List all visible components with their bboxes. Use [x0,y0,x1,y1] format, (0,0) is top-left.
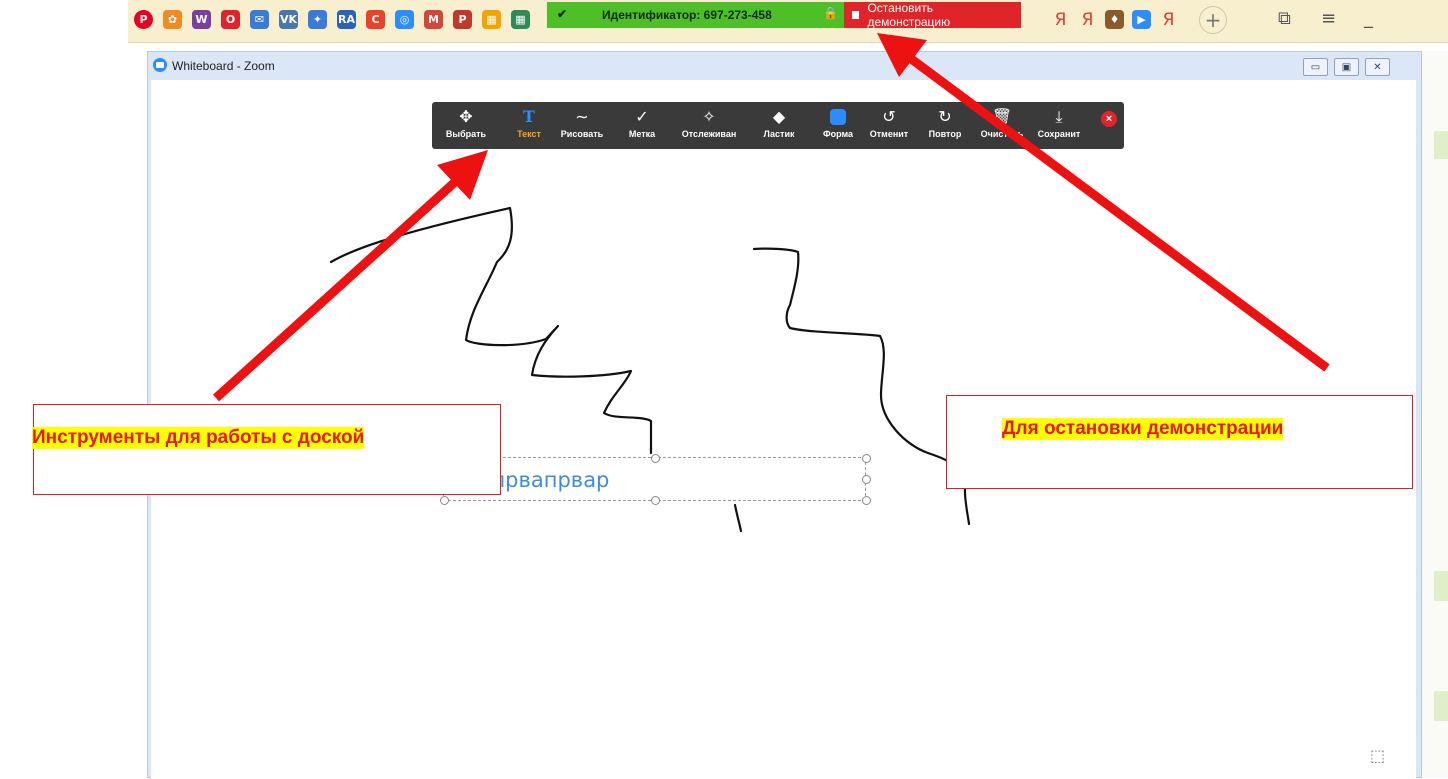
new-whiteboard-icon[interactable]: ⬚ [1370,746,1385,765]
annotation-arrows [212,33,1330,402]
arrow-to-toolbar [212,150,488,402]
arrow-to-stop-button [877,33,1330,372]
